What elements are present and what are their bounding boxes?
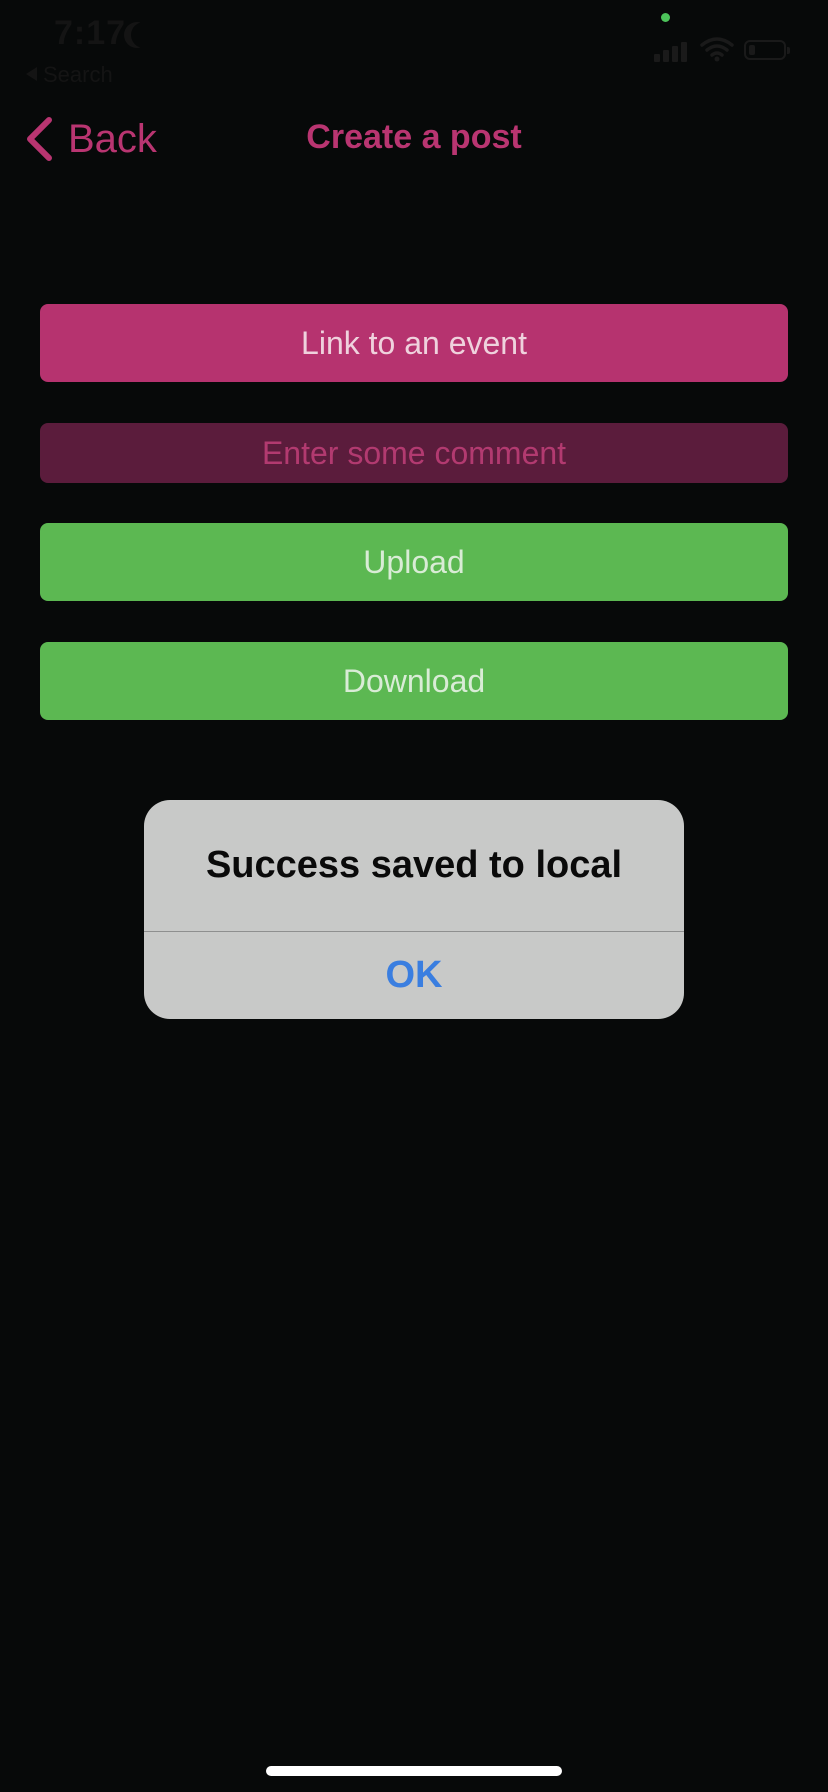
alert-title: Success saved to local bbox=[205, 844, 623, 886]
moon-icon bbox=[131, 22, 157, 48]
status-time: 7:17 bbox=[54, 14, 127, 52]
back-to-search-link[interactable]: Search bbox=[26, 62, 113, 88]
comment-input[interactable]: Enter some comment bbox=[40, 423, 788, 483]
back-to-search-label: Search bbox=[43, 62, 113, 87]
wifi-icon bbox=[700, 37, 734, 62]
success-alert-dialog: Success saved to local OK bbox=[144, 800, 684, 1019]
camera-indicator-dot bbox=[661, 13, 670, 22]
back-arrow-icon bbox=[26, 67, 37, 81]
page-title: Create a post bbox=[306, 118, 522, 156]
link-event-button[interactable]: Link to an event bbox=[40, 304, 788, 382]
battery-icon bbox=[744, 40, 790, 60]
download-button[interactable]: Download bbox=[40, 642, 788, 720]
upload-button[interactable]: Upload bbox=[40, 523, 788, 601]
alert-ok-button[interactable]: OK bbox=[144, 932, 684, 1019]
home-indicator[interactable] bbox=[266, 1766, 562, 1776]
signal-icon bbox=[654, 40, 688, 62]
